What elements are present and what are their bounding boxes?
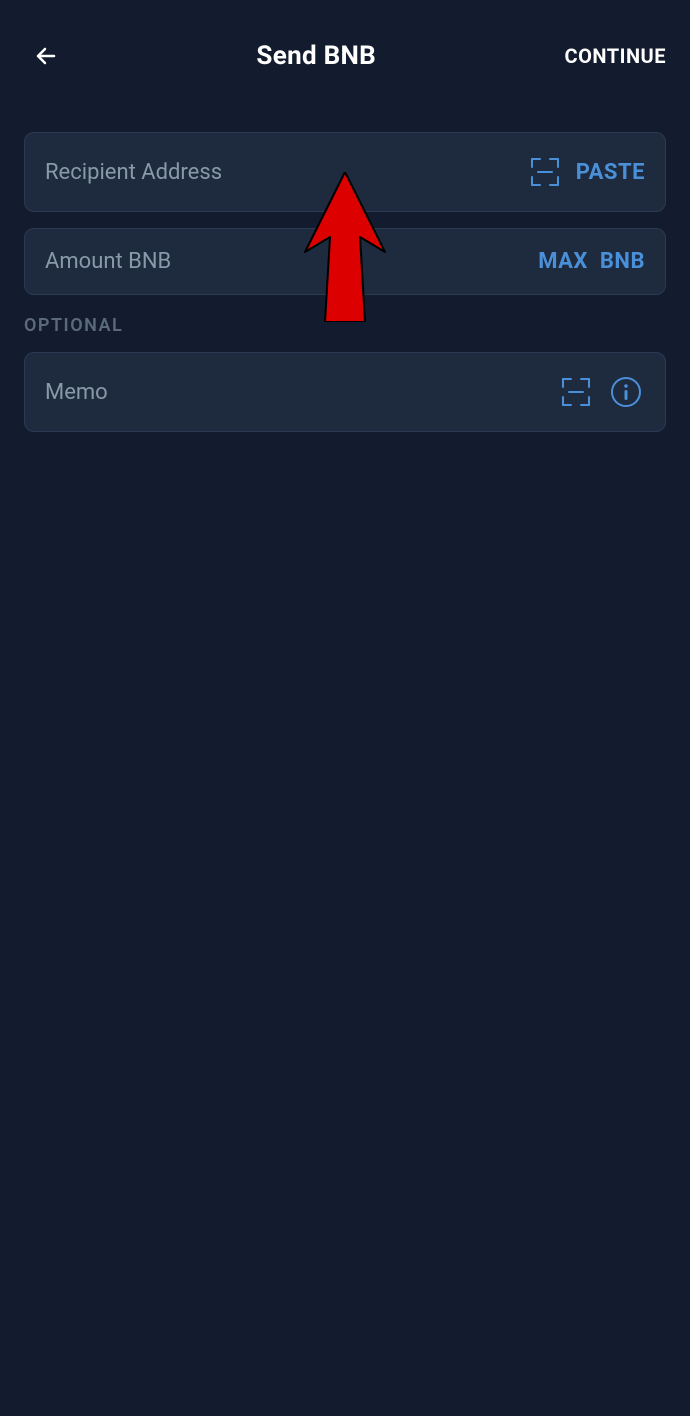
- amount-bnb-field[interactable]: Amount BNB MAX BNB: [24, 228, 666, 295]
- memo-field[interactable]: Memo: [24, 352, 666, 432]
- bnb-currency-label: BNB: [600, 249, 645, 274]
- recipient-actions: PASTE: [526, 153, 645, 191]
- optional-section: OPTIONAL Memo: [24, 315, 666, 432]
- continue-button[interactable]: CONTINUE: [565, 44, 667, 68]
- recipient-address-label: Recipient Address: [45, 160, 222, 185]
- max-button[interactable]: MAX: [538, 249, 588, 274]
- memo-qr-scan-icon[interactable]: [557, 373, 595, 411]
- amount-bnb-label: Amount BNB: [45, 249, 171, 274]
- optional-label: OPTIONAL: [24, 315, 666, 336]
- back-button[interactable]: [24, 34, 68, 78]
- main-content: Recipient Address PASTE: [0, 112, 690, 468]
- page-title: Send BNB: [256, 41, 376, 71]
- app-header: Send BNB CONTINUE: [0, 0, 690, 112]
- recipient-address-field[interactable]: Recipient Address PASTE: [24, 132, 666, 212]
- memo-label: Memo: [45, 380, 108, 405]
- amount-actions: MAX BNB: [538, 249, 645, 274]
- qr-scan-icon[interactable]: [526, 153, 564, 191]
- info-circle-icon[interactable]: [607, 373, 645, 411]
- paste-button[interactable]: PASTE: [576, 160, 645, 185]
- memo-actions: [557, 373, 645, 411]
